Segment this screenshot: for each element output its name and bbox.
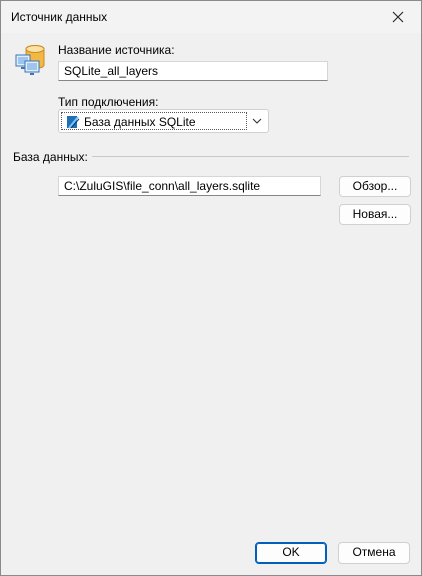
connection-type-focus: База данных SQLite (61, 112, 247, 130)
connection-type-select[interactable]: База данных SQLite (58, 109, 269, 133)
database-path-input[interactable]: C:\ZuluGIS\file_conn\all_layers.sqlite (58, 176, 321, 196)
section-divider (92, 156, 409, 157)
close-button[interactable] (375, 1, 421, 33)
title-bar: Источник данных (1, 1, 421, 33)
data-source-dialog: Источник данных Название источника: SQLi… (0, 0, 422, 576)
source-name-input[interactable]: SQLite_all_layers (58, 61, 328, 81)
chevron-down-icon (252, 118, 262, 124)
connection-type-value: База данных SQLite (84, 115, 196, 129)
cancel-button[interactable]: Отмена (338, 542, 410, 564)
browse-button-label: Обзор... (352, 179, 398, 193)
ok-button-label: OK (282, 545, 300, 559)
connection-type-label: Тип подключения: (58, 95, 159, 109)
ok-button[interactable]: OK (255, 542, 327, 564)
database-icon (15, 45, 45, 75)
source-name-label: Название источника: (58, 43, 175, 57)
browse-button[interactable]: Обзор... (339, 176, 411, 197)
database-section-label: База данных: (13, 150, 88, 164)
close-icon (392, 11, 404, 23)
new-button-label: Новая... (352, 207, 398, 221)
sqlite-icon (67, 116, 80, 129)
cancel-button-label: Отмена (352, 545, 396, 559)
new-database-button[interactable]: Новая... (339, 204, 411, 225)
window-title: Источник данных (11, 10, 108, 24)
